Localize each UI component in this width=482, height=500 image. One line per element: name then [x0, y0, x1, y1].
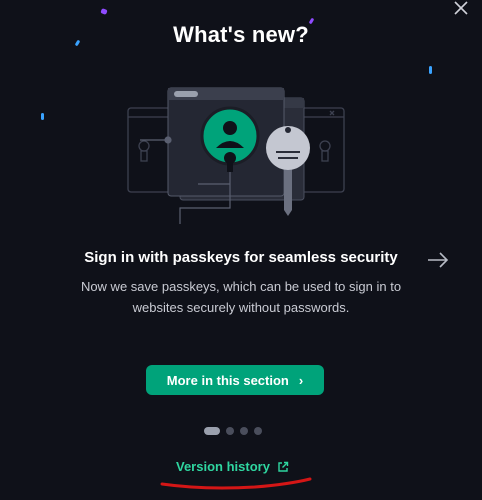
feature-title: Sign in with passkeys for seamless secur… [84, 249, 398, 266]
confetti-piece [100, 8, 108, 15]
annotation-underline [160, 477, 312, 490]
more-button-label: More in this section [166, 372, 289, 388]
chevron-right-icon: › [298, 372, 304, 388]
confetti-piece [41, 113, 44, 120]
pagination-dots [204, 426, 262, 436]
external-link-icon [278, 461, 289, 472]
dialog-title: What's new? [173, 22, 309, 47]
more-in-this-section-button[interactable]: More in this section › [146, 365, 324, 395]
feature-description: Now we save passkeys, which can be used … [80, 279, 402, 315]
confetti-piece [429, 66, 432, 74]
passkey-illustration [127, 87, 345, 224]
version-history-link[interactable]: Version history [176, 459, 289, 474]
page-dot-4[interactable] [254, 427, 262, 435]
version-history-label: Version history [176, 459, 270, 474]
page-dot-2[interactable] [226, 427, 234, 435]
page-dot-3[interactable] [240, 427, 248, 435]
close-icon[interactable] [450, 0, 472, 22]
whats-new-dialog: What's new? Sign in with passkeys for se… [0, 0, 482, 500]
page-dot-1[interactable] [204, 427, 220, 435]
